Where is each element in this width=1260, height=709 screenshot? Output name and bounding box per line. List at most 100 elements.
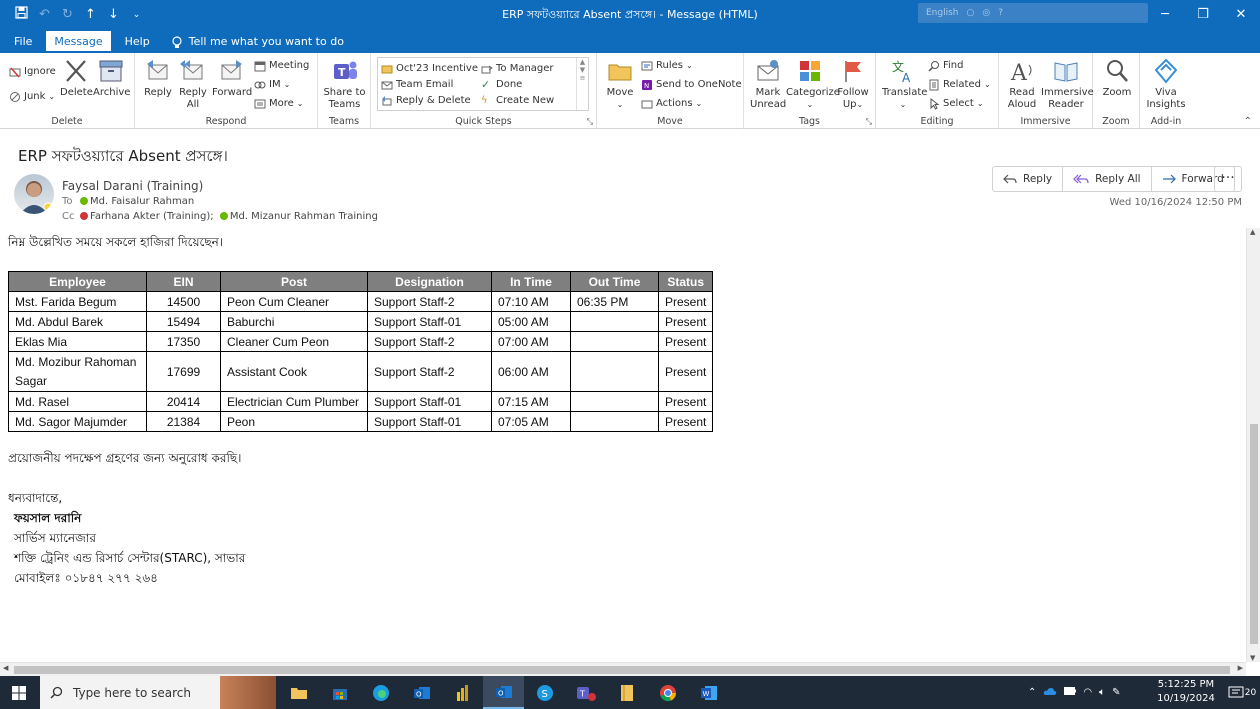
translate-button[interactable]: 文A Translate ⌄ (882, 57, 927, 111)
editing-group-label: Editing (920, 116, 954, 127)
share-to-teams-button[interactable]: T Share to Teams (323, 57, 366, 111)
actions-button[interactable]: Actions ⌄ (641, 96, 702, 111)
onenote-label: Send to OneNote (656, 79, 742, 90)
vertical-scroll-thumb[interactable] (1250, 424, 1258, 644)
notification-center-button[interactable]: 20 (1224, 676, 1260, 709)
tab-file[interactable]: File (6, 31, 40, 53)
onedrive-icon[interactable] (1043, 687, 1057, 699)
file-explorer-icon[interactable] (278, 676, 319, 709)
quickstep-create-new[interactable]: ϟ Create New (481, 93, 554, 108)
tell-me-search[interactable]: Tell me what you want to do (172, 31, 344, 53)
scroll-up-icon[interactable]: ▲ (1250, 228, 1255, 236)
sender-name[interactable]: Faysal Darani (Training) (62, 179, 203, 193)
more-respond-button[interactable]: More ⌄ (254, 96, 304, 111)
start-button[interactable] (0, 676, 38, 709)
chevron-down-icon: ⌄ (976, 99, 984, 108)
taskbar-search[interactable]: Type here to search (40, 676, 276, 709)
quickstep-reply-delete[interactable]: Reply & Delete (381, 93, 471, 108)
chevron-down-icon: ⌄ (856, 100, 864, 109)
collapse-ribbon-icon[interactable]: ⌃ (1244, 116, 1252, 127)
volume-icon[interactable]: 🔈︎ (1099, 687, 1105, 698)
find-button[interactable]: Find (928, 58, 964, 73)
quickstep-to-manager[interactable]: To Manager (481, 61, 554, 76)
avatar[interactable] (14, 174, 54, 214)
tab-message[interactable]: Message (46, 31, 111, 53)
battery-icon[interactable] (1064, 687, 1077, 698)
rules-button[interactable]: Rules ⌄ (641, 58, 693, 73)
dialog-launcher-icon[interactable]: ⤡ (866, 117, 872, 127)
signature-name: ফয়সাল দরানি (14, 511, 82, 525)
presence-available-icon (80, 197, 88, 205)
junk-button[interactable]: Junk ⌄ (9, 89, 55, 104)
wifi-icon[interactable]: ◠ (1083, 687, 1092, 698)
cell-designation: Support Staff-2 (367, 331, 492, 352)
archive-button[interactable]: Archive (93, 57, 130, 99)
save-icon[interactable] (10, 6, 33, 23)
scroll-left-icon[interactable]: ◀ (3, 664, 8, 672)
mark-unread-button[interactable]: Mark Unread (750, 57, 786, 111)
zoom-button[interactable]: Zoom (1100, 57, 1134, 99)
pen-icon[interactable]: ✎ (1112, 687, 1120, 698)
minimize-icon[interactable]: ─ (1146, 0, 1184, 29)
cc-recipient-2[interactable]: Md. Mizanur Rahman Training (230, 211, 378, 222)
redo-icon[interactable]: ↻ (56, 7, 79, 22)
folder-icon[interactable] (606, 676, 647, 709)
meeting-button[interactable]: Meeting (254, 58, 309, 73)
header-reply-button[interactable]: Reply (993, 167, 1064, 191)
im-button[interactable]: IM ⌄ (254, 77, 290, 92)
signature-org: শক্তি ট্রেনিং এন্ড রিসার্চ সেন্টার(STARC… (14, 551, 246, 565)
outlook-icon[interactable]: O (401, 676, 442, 709)
viva-insights-button[interactable]: Viva Insights (1146, 57, 1186, 111)
edge-icon[interactable] (360, 676, 401, 709)
scroll-down-icon[interactable]: ▼ (1250, 654, 1255, 662)
horizontal-scrollbar[interactable]: ◀ ▶ (0, 662, 1246, 676)
move-button[interactable]: Move ⌄ (605, 57, 635, 111)
immersive-reader-button[interactable]: Immersive Reader (1041, 57, 1094, 111)
horizontal-scroll-thumb[interactable] (14, 666, 1230, 674)
skype-icon[interactable]: S (524, 676, 565, 709)
cursor-icon (930, 97, 940, 110)
follow-up-button[interactable]: Follow Up⌄ (836, 57, 870, 111)
header-reply-all-button[interactable]: Reply All (1063, 167, 1152, 191)
reply-all-button[interactable]: Reply All (177, 57, 209, 111)
tab-help[interactable]: Help (117, 31, 158, 53)
ignore-button[interactable]: Ignore (9, 64, 56, 79)
delete-button[interactable]: Delete (60, 57, 93, 99)
taskbar-apps: O O S T W (278, 676, 729, 709)
customize-qat-icon[interactable]: ⌄ (125, 10, 148, 20)
outlook-active-icon[interactable]: O (483, 676, 524, 709)
taskbar-clock[interactable]: 5:12:25 PM 10/19/2024 (1155, 678, 1217, 706)
forward-button[interactable]: Forward (212, 57, 252, 99)
microsoft-store-icon[interactable] (319, 676, 360, 709)
quickstep-team-email[interactable]: Team Email (381, 77, 453, 92)
categorize-button[interactable]: Categorize ⌄ (786, 57, 840, 111)
chrome-icon[interactable] (647, 676, 688, 709)
addin-group-label: Add-in (1150, 116, 1182, 127)
read-aloud-button[interactable]: A Read Aloud (1003, 57, 1041, 111)
related-button[interactable]: Related ⌄ (928, 77, 991, 92)
select-button[interactable]: Select ⌄ (928, 96, 984, 111)
undo-icon[interactable]: ↶ (33, 7, 56, 22)
previous-item-icon[interactable]: ↑ (79, 7, 102, 22)
scroll-right-icon[interactable]: ▶ (1238, 664, 1243, 672)
word-icon[interactable]: W (688, 676, 729, 709)
vertical-scrollbar[interactable]: ▲ ▼ (1246, 228, 1260, 662)
send-to-onenote-button[interactable]: N Send to OneNote (641, 77, 742, 92)
quickstep-oct23-incentive[interactable]: Oct'23 Incentive (381, 61, 478, 76)
quickstep-done[interactable]: ✓ Done (481, 77, 522, 92)
teams-group: T Share to Teams Teams (318, 53, 371, 129)
more-options-button[interactable]: ··· (1214, 166, 1242, 192)
quick-steps-scroll[interactable]: ▲ ▼ ≡ (576, 58, 588, 110)
cc-recipient-1[interactable]: Farhana Akter (Training); (90, 211, 214, 222)
next-item-icon[interactable]: ↓ (102, 7, 125, 22)
svg-text:A: A (902, 71, 911, 85)
restore-icon[interactable]: ❐ (1184, 0, 1222, 29)
teams-icon[interactable]: T (565, 676, 606, 709)
dialog-launcher-icon[interactable]: ⤡ (587, 117, 593, 127)
column-header: Post (220, 271, 368, 292)
show-hidden-icons-icon[interactable]: ⌃ (1028, 687, 1036, 698)
power-bi-icon[interactable] (442, 676, 483, 709)
close-icon[interactable]: ✕ (1222, 0, 1260, 29)
reply-button[interactable]: Reply (142, 57, 174, 99)
to-recipient[interactable]: Md. Faisalur Rahman (90, 196, 194, 207)
